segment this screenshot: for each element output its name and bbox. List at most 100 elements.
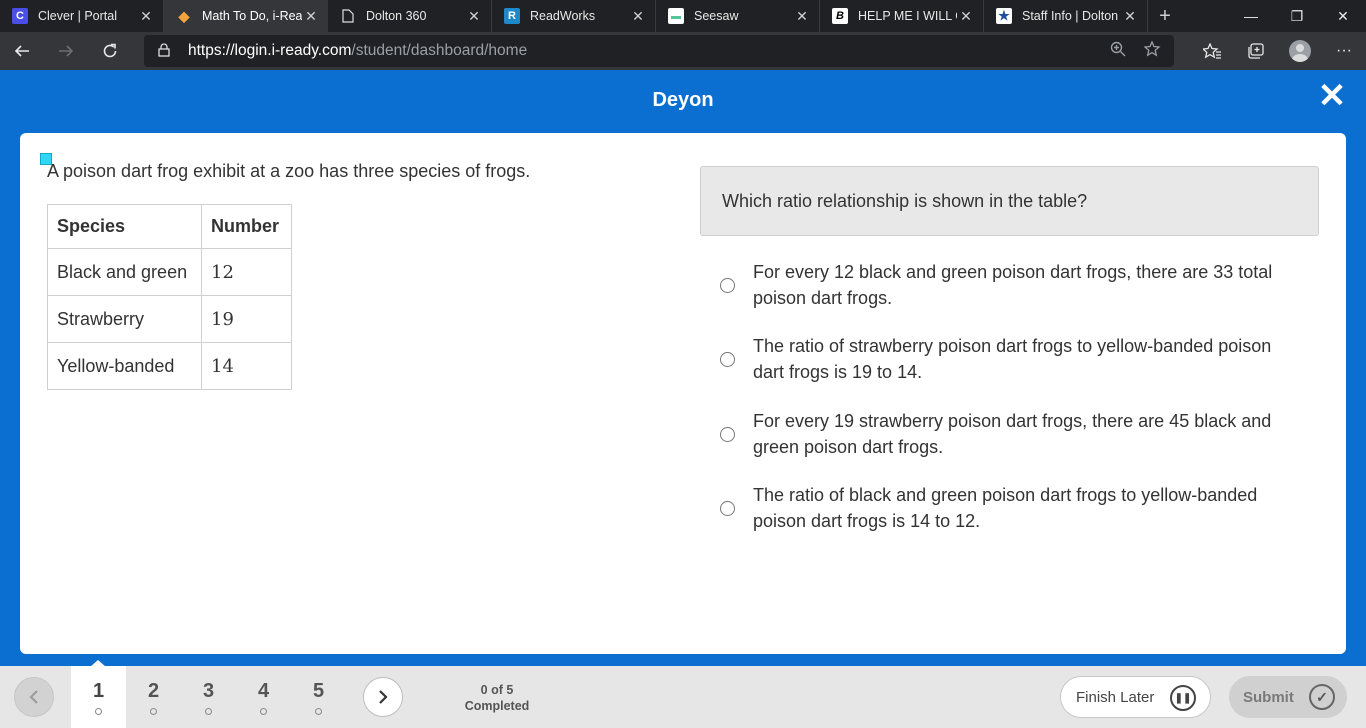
finish-later-label: Finish Later <box>1076 688 1155 706</box>
browser-tab-iready[interactable]: ◆ Math To Do, i-Rea ✕ <box>164 0 328 32</box>
question-number: 4 <box>257 680 270 702</box>
tab-title: Dolton 360 <box>366 9 427 23</box>
submit-label: Submit <box>1243 688 1294 706</box>
progress-status: 0 of 5 Completed <box>447 682 547 714</box>
back-arrow-icon[interactable] <box>0 32 44 70</box>
status-dot-icon <box>315 708 322 715</box>
species-cell: Yellow-banded <box>47 342 202 390</box>
status-dot-icon <box>260 708 267 715</box>
answer-choice-c[interactable]: For every 19 strawberry poison dart frog… <box>720 408 1290 460</box>
url-path: /student/dashboard/home <box>351 42 528 59</box>
seesaw-favicon-icon: ▬ <box>668 8 684 24</box>
question-stem: A poison dart frog exhibit at a zoo has … <box>47 161 531 181</box>
table-header-row: Species Number <box>47 204 292 249</box>
forward-arrow-icon[interactable] <box>44 32 88 70</box>
next-question-button[interactable] <box>363 677 403 717</box>
favorites-icon[interactable] <box>1190 32 1234 70</box>
app-header: Deyon ✕ <box>0 70 1366 132</box>
refresh-icon[interactable] <box>88 32 132 70</box>
number-cell: 12 <box>201 248 292 296</box>
address-bar[interactable]: https://login.i-ready.com/student/dashbo… <box>144 35 1174 67</box>
tab-close-icon[interactable]: ✕ <box>465 7 483 25</box>
window-close-icon[interactable]: ✕ <box>1320 0 1366 32</box>
radio-button[interactable] <box>720 277 735 293</box>
answer-choice-b[interactable]: The ratio of strawberry poison dart frog… <box>720 333 1290 385</box>
radio-button[interactable] <box>720 351 735 367</box>
number-cell: 14 <box>201 342 292 390</box>
tab-close-icon[interactable]: ✕ <box>957 7 975 25</box>
question-3-button[interactable]: 3 <box>181 666 236 728</box>
choice-text: For every 19 strawberry poison dart frog… <box>753 411 1272 457</box>
url-host: https://login.i-ready.com <box>188 42 352 59</box>
clever-favicon-icon: C <box>12 8 28 24</box>
close-lesson-icon[interactable]: ✕ <box>1316 79 1348 113</box>
choice-text: For every 12 black and green poison dart… <box>753 262 1273 308</box>
question-1-button[interactable]: 1 <box>71 666 126 728</box>
column-header: Number <box>201 204 292 249</box>
question-card: A poison dart frog exhibit at a zoo has … <box>20 133 1346 654</box>
status-dot-icon <box>205 708 212 715</box>
student-name: Deyon <box>652 89 714 111</box>
table-row: Black and green 12 <box>47 248 292 296</box>
pause-icon: ❚❚ <box>1170 685 1196 711</box>
tab-title: Clever | Portal <box>38 9 117 23</box>
choice-text: The ratio of black and green poison dart… <box>753 485 1258 531</box>
more-options-icon[interactable]: ··· <box>1322 32 1366 70</box>
question-number: 2 <box>147 680 160 702</box>
tab-title: HELP ME I WILL GI <box>858 9 957 23</box>
browser-tab-clever[interactable]: C Clever | Portal ✕ <box>0 0 164 32</box>
browser-tab-readworks[interactable]: R ReadWorks ✕ <box>492 0 656 32</box>
browser-tab-staff-info[interactable]: ★ Staff Info | Dolton ✕ <box>984 0 1148 32</box>
collections-icon[interactable] <box>1234 32 1278 70</box>
species-cell: Strawberry <box>47 295 202 343</box>
tab-close-icon[interactable]: ✕ <box>793 7 811 25</box>
radio-button[interactable] <box>720 426 735 442</box>
browser-tools: ··· <box>1190 32 1366 70</box>
status-dot-icon <box>150 708 157 715</box>
choice-text: The ratio of strawberry poison dart frog… <box>753 336 1272 382</box>
species-cell: Black and green <box>47 248 202 296</box>
question-2-button[interactable]: 2 <box>126 666 181 728</box>
column-header: Species <box>47 204 202 249</box>
status-dot-icon <box>95 708 102 715</box>
finish-later-button[interactable]: Finish Later ❚❚ <box>1060 676 1211 718</box>
browser-toolbar: https://login.i-ready.com/student/dashbo… <box>0 32 1366 70</box>
browser-tab-dolton360[interactable]: Dolton 360 ✕ <box>328 0 492 32</box>
tab-title: Staff Info | Dolton <box>1022 9 1119 23</box>
window-controls: — ❐ ✕ <box>1228 0 1366 32</box>
star-favicon-icon: ★ <box>996 8 1012 24</box>
lock-icon <box>158 42 172 60</box>
progress-label: Completed <box>464 699 530 713</box>
restore-icon[interactable]: ❐ <box>1274 0 1320 32</box>
species-table: Species Number Black and green 12 Strawb… <box>47 204 292 390</box>
browser-tab-brainly[interactable]: B HELP ME I WILL GI ✕ <box>820 0 984 32</box>
question-number: 3 <box>202 680 215 702</box>
tab-title: Math To Do, i-Rea <box>202 9 302 23</box>
brainly-favicon-icon: B <box>832 8 848 24</box>
answer-choice-d[interactable]: The ratio of black and green poison dart… <box>720 482 1290 534</box>
tab-close-icon[interactable]: ✕ <box>629 7 647 25</box>
tab-close-icon[interactable]: ✕ <box>1121 7 1139 25</box>
profile-avatar[interactable] <box>1278 32 1322 70</box>
tab-close-icon[interactable]: ✕ <box>302 7 320 25</box>
zoom-icon[interactable] <box>1110 41 1126 61</box>
progress-count: 0 of 5 <box>480 683 514 697</box>
tab-close-icon[interactable]: ✕ <box>137 7 155 25</box>
new-tab-button[interactable]: + <box>1148 0 1182 32</box>
answer-choice-a[interactable]: For every 12 black and green poison dart… <box>720 259 1290 311</box>
iready-favicon-icon: ◆ <box>178 7 190 24</box>
table-row: Strawberry 19 <box>47 295 292 343</box>
browser-tab-seesaw[interactable]: ▬ Seesaw ✕ <box>656 0 820 32</box>
question-4-button[interactable]: 4 <box>236 666 291 728</box>
question-number: 1 <box>92 680 105 702</box>
checkmark-icon: ✓ <box>1309 684 1335 710</box>
submit-button[interactable]: Submit ✓ <box>1229 676 1347 718</box>
add-favorite-icon[interactable] <box>1143 40 1162 61</box>
question-navigation: 1 2 3 4 5 0 of 5 Completed Finish Later … <box>0 666 1366 728</box>
question-5-button[interactable]: 5 <box>291 666 346 728</box>
previous-question-button[interactable] <box>14 677 54 717</box>
number-cell: 19 <box>201 295 292 343</box>
radio-button[interactable] <box>720 500 735 516</box>
tab-title: Seesaw <box>694 9 739 23</box>
minimize-icon[interactable]: — <box>1228 0 1274 32</box>
